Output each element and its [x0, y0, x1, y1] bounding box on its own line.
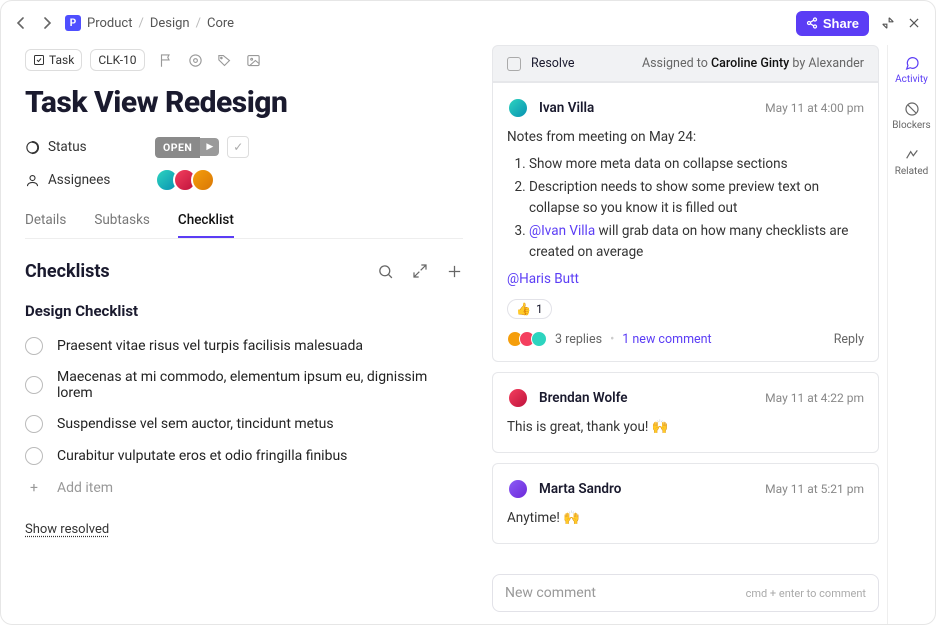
topbar: P Product / Design / Core Share — [1, 1, 935, 45]
composer-placeholder: New comment — [505, 585, 596, 601]
add-checklist-icon[interactable] — [446, 263, 463, 280]
related-icon — [904, 147, 920, 163]
rail-blockers[interactable]: Blockers — [892, 101, 930, 131]
reaction-pill[interactable]: 👍 1 — [507, 299, 552, 319]
comment-author: Brendan Wolfe — [539, 390, 628, 406]
resolve-label: Resolve — [531, 56, 575, 71]
sprint-icon[interactable] — [188, 53, 203, 68]
share-button[interactable]: Share — [796, 11, 869, 36]
breadcrumb-item[interactable]: Design — [150, 16, 190, 31]
check-circle-icon[interactable] — [25, 337, 43, 355]
resolve-checkbox[interactable] — [507, 57, 521, 71]
replies-count[interactable]: 3 replies — [555, 332, 602, 347]
flag-icon[interactable] — [159, 53, 174, 68]
checklist-item[interactable]: Curabitur vulputate eros et odio fringil… — [25, 440, 463, 472]
checklist-item-text: Curabitur vulputate eros et odio fringil… — [57, 448, 347, 464]
tab-subtasks[interactable]: Subtasks — [94, 204, 150, 238]
status-value-group[interactable]: OPEN ▶ ✓ — [155, 136, 249, 158]
comment-time: May 11 at 4:22 pm — [765, 391, 864, 405]
checklist-title: Design Checklist — [25, 302, 463, 320]
collapse-icon[interactable] — [881, 16, 895, 30]
new-comment-link[interactable]: 1 new comment — [622, 332, 711, 347]
avatar — [507, 387, 529, 409]
avatar[interactable] — [191, 168, 215, 192]
comment-list-item: Show more meta data on collapse sections — [529, 154, 864, 175]
plus-icon: + — [25, 480, 43, 496]
breadcrumb[interactable]: P Product / Design / Core — [65, 15, 234, 31]
comment-card: Marta Sandro May 11 at 5:21 pm Anytime! … — [492, 463, 879, 544]
task-type-pill[interactable]: Task — [25, 49, 82, 71]
search-icon[interactable] — [377, 263, 394, 280]
task-type-label: Task — [49, 53, 74, 67]
check-circle-icon[interactable] — [25, 415, 43, 433]
share-label: Share — [823, 16, 859, 31]
assignees-label: Assignees — [48, 172, 110, 188]
comment-intro: Notes from meeting on May 24: — [507, 127, 864, 148]
checklist-item[interactable]: Suspendisse vel sem auctor, tincidunt me… — [25, 408, 463, 440]
comment-body: Anytime! 🙌 — [507, 508, 864, 529]
avatar — [507, 478, 529, 500]
rail-related[interactable]: Related — [895, 147, 929, 177]
checklist-item[interactable]: Praesent vitae risus vel turpis facilisi… — [25, 330, 463, 362]
comment-author: Ivan Villa — [539, 100, 594, 116]
status-advance-icon[interactable]: ▶ — [200, 138, 219, 156]
close-icon[interactable] — [907, 16, 921, 30]
status-label: Status — [48, 139, 87, 155]
chat-icon — [904, 55, 920, 71]
checklist-item[interactable]: Maecenas at mi commodo, elementum ipsum … — [25, 362, 463, 408]
show-resolved-link[interactable]: Show resolved — [25, 522, 109, 537]
comment-author: Marta Sandro — [539, 481, 621, 497]
comment-time: May 11 at 5:21 pm — [765, 482, 864, 496]
image-icon[interactable] — [246, 53, 261, 68]
status-icon — [25, 140, 40, 155]
comment-list-item: Description needs to show some preview t… — [529, 177, 864, 219]
mention[interactable]: @Ivan Villa — [529, 223, 595, 239]
check-circle-icon[interactable] — [25, 447, 43, 465]
tag-icon[interactable] — [217, 53, 232, 68]
assigned-text: Assigned to Caroline Ginty by Alexander — [642, 56, 864, 71]
checklist-item-text: Maecenas at mi commodo, elementum ipsum … — [57, 369, 463, 401]
comment-time: May 11 at 4:00 pm — [765, 101, 864, 115]
add-item-label: Add item — [57, 480, 113, 496]
status-complete-button[interactable]: ✓ — [227, 136, 249, 158]
status-badge: OPEN — [155, 137, 200, 158]
avatar — [531, 331, 547, 347]
task-id-pill[interactable]: CLK-10 — [90, 49, 144, 71]
nav-forward-icon[interactable] — [41, 17, 57, 29]
check-circle-icon[interactable] — [25, 376, 43, 394]
product-icon: P — [65, 15, 81, 31]
checklists-heading: Checklists — [25, 261, 110, 282]
breadcrumb-item[interactable]: Core — [207, 16, 234, 31]
breadcrumb-item[interactable]: Product — [87, 16, 132, 31]
composer-hint: cmd + enter to comment — [746, 587, 866, 600]
page-title: Task View Redesign — [25, 85, 463, 120]
expand-icon[interactable] — [412, 263, 428, 280]
rail-activity[interactable]: Activity — [895, 55, 928, 85]
checklist-item-text: Suspendisse vel sem auctor, tincidunt me… — [57, 416, 334, 432]
tab-details[interactable]: Details — [25, 204, 66, 238]
comment-body: This is great, thank you! 🙌 — [507, 417, 864, 438]
add-item-button[interactable]: + Add item — [25, 472, 463, 504]
activity-header: Resolve Assigned to Caroline Ginty by Al… — [492, 45, 879, 82]
tab-checklist[interactable]: Checklist — [178, 204, 234, 238]
reply-button[interactable]: Reply — [834, 332, 864, 347]
assignees-icon — [25, 173, 40, 188]
nav-back-icon[interactable] — [15, 17, 31, 29]
comment-list-item: @Ivan Villa will grab data on how many c… — [529, 221, 864, 263]
blocked-icon — [904, 101, 920, 117]
comment-card: Brendan Wolfe May 11 at 4:22 pm This is … — [492, 372, 879, 453]
comment-card: Ivan Villa May 11 at 4:00 pm Notes from … — [492, 82, 879, 362]
mention[interactable]: @Haris Butt — [507, 271, 579, 287]
avatar — [507, 97, 529, 119]
assignee-avatars[interactable] — [155, 168, 215, 192]
comment-composer[interactable]: New comment cmd + enter to comment — [492, 574, 879, 612]
checklist-item-text: Praesent vitae risus vel turpis facilisi… — [57, 338, 363, 354]
